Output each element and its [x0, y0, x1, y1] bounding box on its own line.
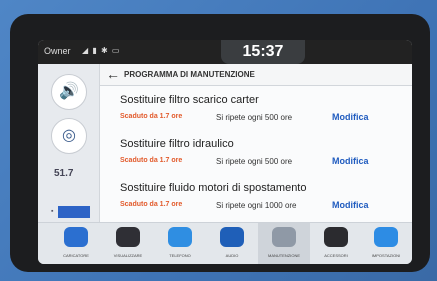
dock-item-maintenance[interactable]: MANUTENZIONE	[258, 223, 310, 264]
bottom-dock: CARICATORE VISUALIZZARE TELEFONO AUDIO M…	[38, 222, 412, 264]
dock-item-gauge[interactable]: VISUALIZZARE	[102, 223, 154, 264]
accessory-icon	[324, 227, 348, 247]
page-header: ← PROGRAMMA DI MANUTENZIONE	[100, 64, 412, 86]
clock: 15:37	[242, 43, 284, 60]
gauge-icon	[116, 227, 140, 247]
dock-label: TELEFONO	[169, 253, 191, 258]
modify-button[interactable]: Modifica	[332, 156, 369, 166]
modify-button[interactable]: Modifica	[332, 112, 369, 122]
speaker-icon: 🔊	[59, 83, 79, 100]
odometer: 51.7	[54, 168, 74, 179]
clock-tab: 15:37	[221, 40, 305, 64]
status-bar: Owner ◢ ▮ ✱ ▭ 15:37	[38, 40, 412, 64]
dock-label: AUDIO	[225, 253, 239, 258]
display-screen: Owner ◢ ▮ ✱ ▭ 15:37 🔊 ◎ 51.7 ▪ ← PROGRAM…	[38, 40, 412, 264]
item-title: Sostituire fluido motori di spostamento	[120, 182, 307, 194]
dock-label: IMPOSTAZIONI	[371, 253, 401, 258]
modify-button[interactable]: Modifica	[332, 200, 369, 210]
item-title: Sostituire filtro idraulico	[120, 138, 234, 150]
camera-button[interactable]: ◎	[51, 118, 87, 154]
audio-icon	[220, 227, 244, 247]
page-title: PROGRAMMA DI MANUTENZIONE	[124, 70, 255, 79]
item-repeat: Si ripete ogni 1000 ore	[216, 201, 297, 210]
dock-label: VISUALIZZARE	[113, 253, 143, 258]
dock-item-accessory[interactable]: ACCESSORI	[310, 223, 362, 264]
item-due: Scaduto da 1.7 ore	[120, 157, 183, 164]
dock-item-home[interactable]: CARICATORE	[50, 223, 102, 264]
maintenance-item: Sostituire filtro idraulico Scaduto da 1…	[100, 130, 412, 174]
camera-icon: ◎	[62, 127, 76, 144]
maintenance-item: Sostituire filtro scarico carter Scaduto…	[100, 86, 412, 130]
left-sidebar: 🔊 ◎ 51.7 ▪	[38, 64, 100, 222]
back-button[interactable]: ←	[106, 66, 120, 82]
dock-item-audio[interactable]: AUDIO	[206, 223, 258, 264]
owner-label: Owner	[44, 46, 71, 56]
dock-item-settings[interactable]: IMPOSTAZIONI	[360, 223, 412, 264]
item-repeat: Si ripete ogni 500 ore	[216, 113, 293, 122]
dock-label: ACCESSORI	[324, 253, 348, 258]
settings-icon	[374, 227, 398, 247]
item-repeat: Si ripete ogni 500 ore	[216, 157, 293, 166]
dock-label: MANUTENZIONE	[268, 253, 300, 258]
maintenance-item: Sostituire fluido motori di spostamento …	[100, 174, 412, 218]
wrench-icon	[272, 227, 296, 247]
maintenance-list: Sostituire filtro scarico carter Scaduto…	[100, 86, 412, 222]
level-bar	[58, 206, 90, 218]
bar-tick-icon: ▪	[51, 208, 54, 215]
home-icon	[64, 227, 88, 247]
item-due: Scaduto da 1.7 ore	[120, 113, 183, 120]
dock-item-phone[interactable]: TELEFONO	[154, 223, 206, 264]
item-title: Sostituire filtro scarico carter	[120, 94, 259, 106]
dock-label: CARICATORE	[63, 253, 89, 258]
speaker-button[interactable]: 🔊	[51, 74, 87, 110]
item-due: Scaduto da 1.7 ore	[120, 201, 183, 208]
phone-icon	[168, 227, 192, 247]
status-icons: ◢ ▮ ✱ ▭	[82, 46, 121, 55]
